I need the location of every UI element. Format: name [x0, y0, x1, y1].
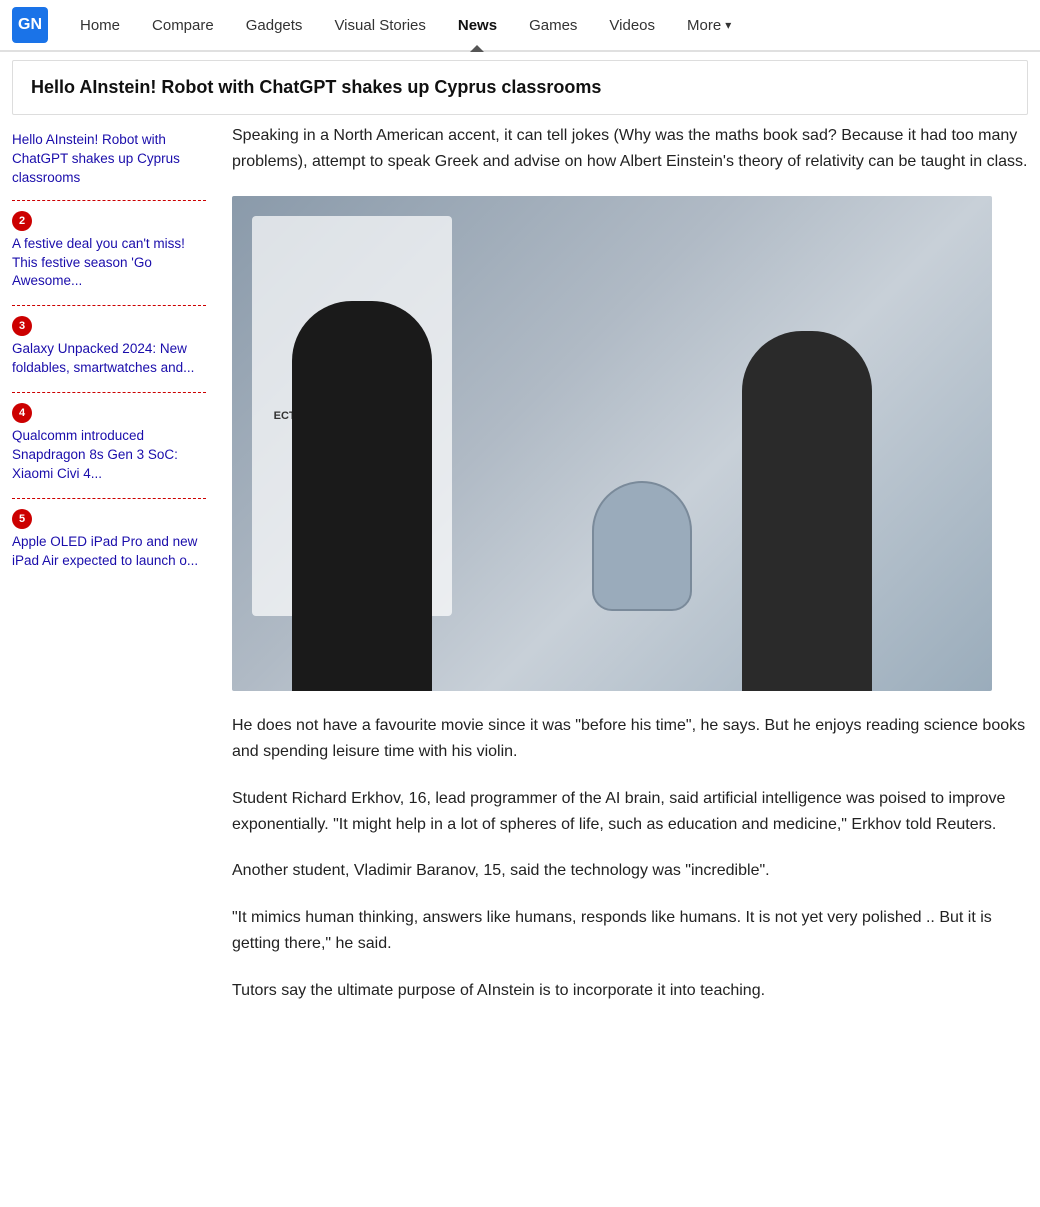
- nav-gadgets[interactable]: Gadgets: [230, 0, 319, 50]
- robot-silhouette: [592, 481, 692, 611]
- article-para-6: Tutors say the ultimate purpose of AInst…: [232, 978, 1028, 1004]
- sidebar-item-1-title: Hello AInstein! Robot with ChatGPT shake…: [12, 132, 180, 185]
- figure-left-silhouette: [292, 301, 432, 691]
- figure-right-silhouette: [742, 331, 872, 691]
- nav-videos[interactable]: Videos: [593, 0, 671, 50]
- sidebar-numbered-item-2: 2 A festive deal you can't miss! This fe…: [12, 205, 206, 302]
- sidebar-badge-4: 4: [12, 403, 32, 423]
- nav-visual-stories[interactable]: Visual Stories: [318, 0, 441, 50]
- article-para-4: Another student, Vladimir Baranov, 15, s…: [232, 858, 1028, 884]
- sidebar: Hello AInstein! Robot with ChatGPT shake…: [12, 123, 222, 1024]
- main-layout: Hello AInstein! Robot with ChatGPT shake…: [12, 123, 1028, 1024]
- article-para-2: He does not have a favourite movie since…: [232, 713, 1028, 766]
- sidebar-divider-4: [12, 498, 206, 499]
- site-header: GN Home Compare Gadgets Visual Stories N…: [0, 0, 1040, 52]
- nav-news[interactable]: News: [442, 0, 513, 50]
- sidebar-link-2[interactable]: A festive deal you can't miss! This fest…: [12, 235, 206, 292]
- article-para-5: "It mimics human thinking, answers like …: [232, 905, 1028, 958]
- article-title-bar: Hello AInstein! Robot with ChatGPT shake…: [12, 60, 1028, 115]
- sidebar-numbered-item-3: 3 Galaxy Unpacked 2024: New foldables, s…: [12, 310, 206, 388]
- sidebar-badge-5: 5: [12, 509, 32, 529]
- sidebar-link-5[interactable]: Apple OLED iPad Pro and new iPad Air exp…: [12, 533, 206, 571]
- sidebar-badge-2: 2: [12, 211, 32, 231]
- sidebar-divider-3: [12, 392, 206, 393]
- nav-compare[interactable]: Compare: [136, 0, 230, 50]
- sidebar-divider-1: [12, 200, 206, 201]
- article-para-1: Speaking in a North American accent, it …: [232, 123, 1028, 176]
- article-content: Speaking in a North American accent, it …: [222, 123, 1028, 1024]
- sidebar-link-3[interactable]: Galaxy Unpacked 2024: New foldables, sma…: [12, 340, 206, 378]
- nav-games[interactable]: Games: [513, 0, 593, 50]
- chevron-down-icon: ▾: [725, 18, 731, 32]
- sidebar-badge-3: 3: [12, 316, 32, 336]
- sidebar-item-1[interactable]: Hello AInstein! Robot with ChatGPT shake…: [12, 123, 206, 196]
- sidebar-link-4[interactable]: Qualcomm introduced Snapdragon 8s Gen 3 …: [12, 427, 206, 484]
- article-title-text: Hello AInstein! Robot with ChatGPT shake…: [31, 77, 601, 97]
- main-nav: Home Compare Gadgets Visual Stories News…: [64, 0, 747, 50]
- sidebar-divider-2: [12, 305, 206, 306]
- article-body: Speaking in a North American accent, it …: [232, 123, 1028, 1004]
- sidebar-numbered-item-5: 5 Apple OLED iPad Pro and new iPad Air e…: [12, 503, 206, 581]
- article-para-3: Student Richard Erkhov, 16, lead program…: [232, 786, 1028, 839]
- sidebar-numbered-item-4: 4 Qualcomm introduced Snapdragon 8s Gen …: [12, 397, 206, 494]
- article-image: ECT AINSTEIN ROBOT BRAIN: [232, 196, 992, 691]
- site-logo[interactable]: GN: [12, 7, 48, 43]
- nav-more[interactable]: More ▾: [671, 0, 747, 50]
- nav-home[interactable]: Home: [64, 0, 136, 50]
